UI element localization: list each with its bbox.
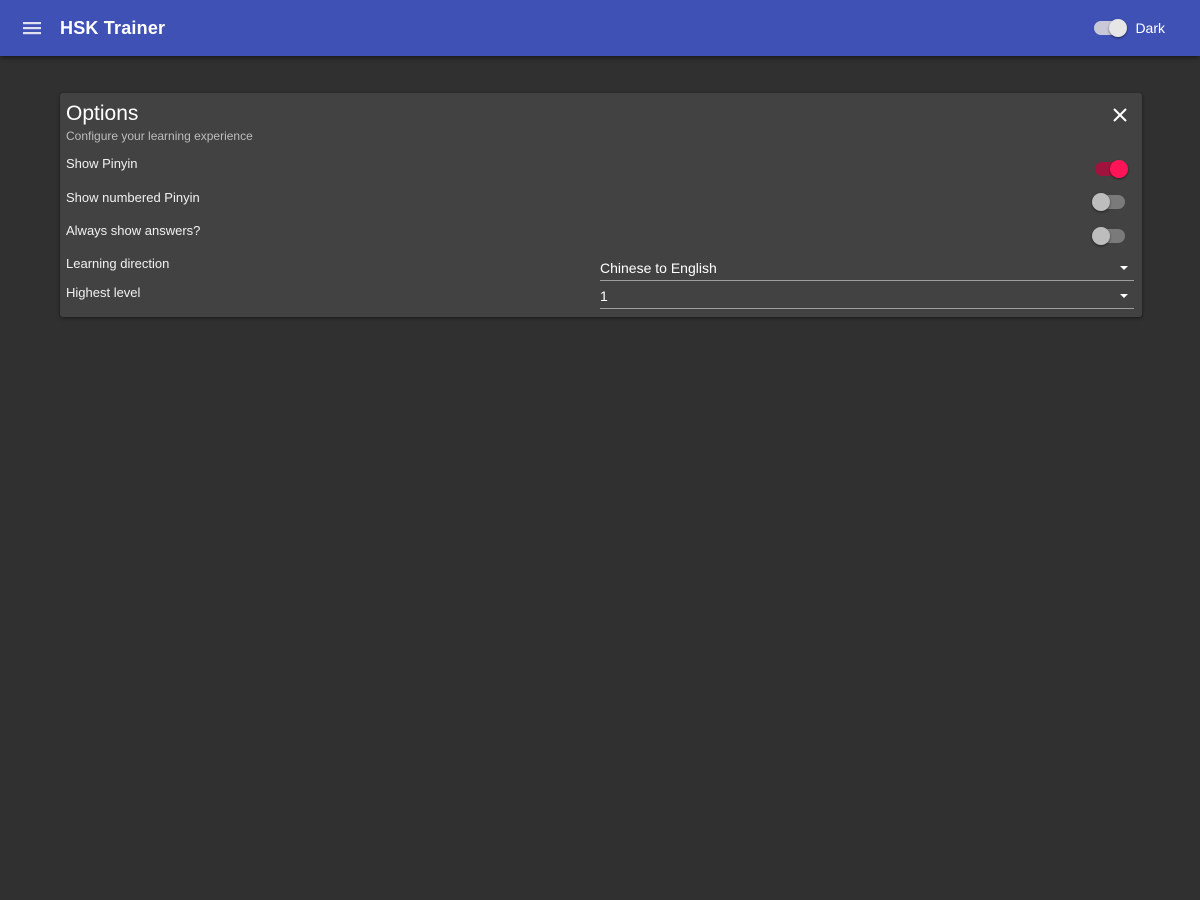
options-card: Options Configure your learning experien… bbox=[60, 93, 1142, 317]
dark-theme-switch[interactable] bbox=[1091, 18, 1128, 38]
options-title: Options bbox=[66, 102, 139, 125]
dropdown-arrow-icon bbox=[1120, 294, 1128, 298]
show-numbered-pinyin-label: Show numbered Pinyin bbox=[66, 190, 200, 205]
app-bar: HSK Trainer Dark bbox=[0, 0, 1200, 56]
close-icon bbox=[1113, 108, 1127, 122]
menu-button[interactable] bbox=[16, 12, 48, 44]
highest-level-select[interactable]: 1 bbox=[600, 283, 1134, 309]
always-show-answers-switch[interactable] bbox=[1092, 226, 1128, 246]
menu-icon bbox=[23, 22, 41, 35]
highest-level-label: Highest level bbox=[66, 285, 141, 300]
learning-direction-value: Chinese to English bbox=[600, 260, 717, 276]
dark-theme-toggle[interactable]: Dark bbox=[1091, 18, 1165, 38]
app-title: HSK Trainer bbox=[60, 17, 166, 38]
dropdown-arrow-icon bbox=[1120, 266, 1128, 270]
show-pinyin-switch[interactable] bbox=[1092, 159, 1128, 179]
dark-theme-label: Dark bbox=[1135, 20, 1165, 36]
close-button[interactable] bbox=[1108, 103, 1132, 127]
show-numbered-pinyin-switch[interactable] bbox=[1092, 192, 1128, 212]
highest-level-value: 1 bbox=[600, 288, 608, 304]
learning-direction-label: Learning direction bbox=[66, 256, 170, 271]
learning-direction-select[interactable]: Chinese to English bbox=[600, 255, 1134, 281]
show-pinyin-label: Show Pinyin bbox=[66, 156, 138, 171]
options-subtitle: Configure your learning experience bbox=[66, 129, 253, 143]
always-show-answers-label: Always show answers? bbox=[66, 223, 201, 238]
